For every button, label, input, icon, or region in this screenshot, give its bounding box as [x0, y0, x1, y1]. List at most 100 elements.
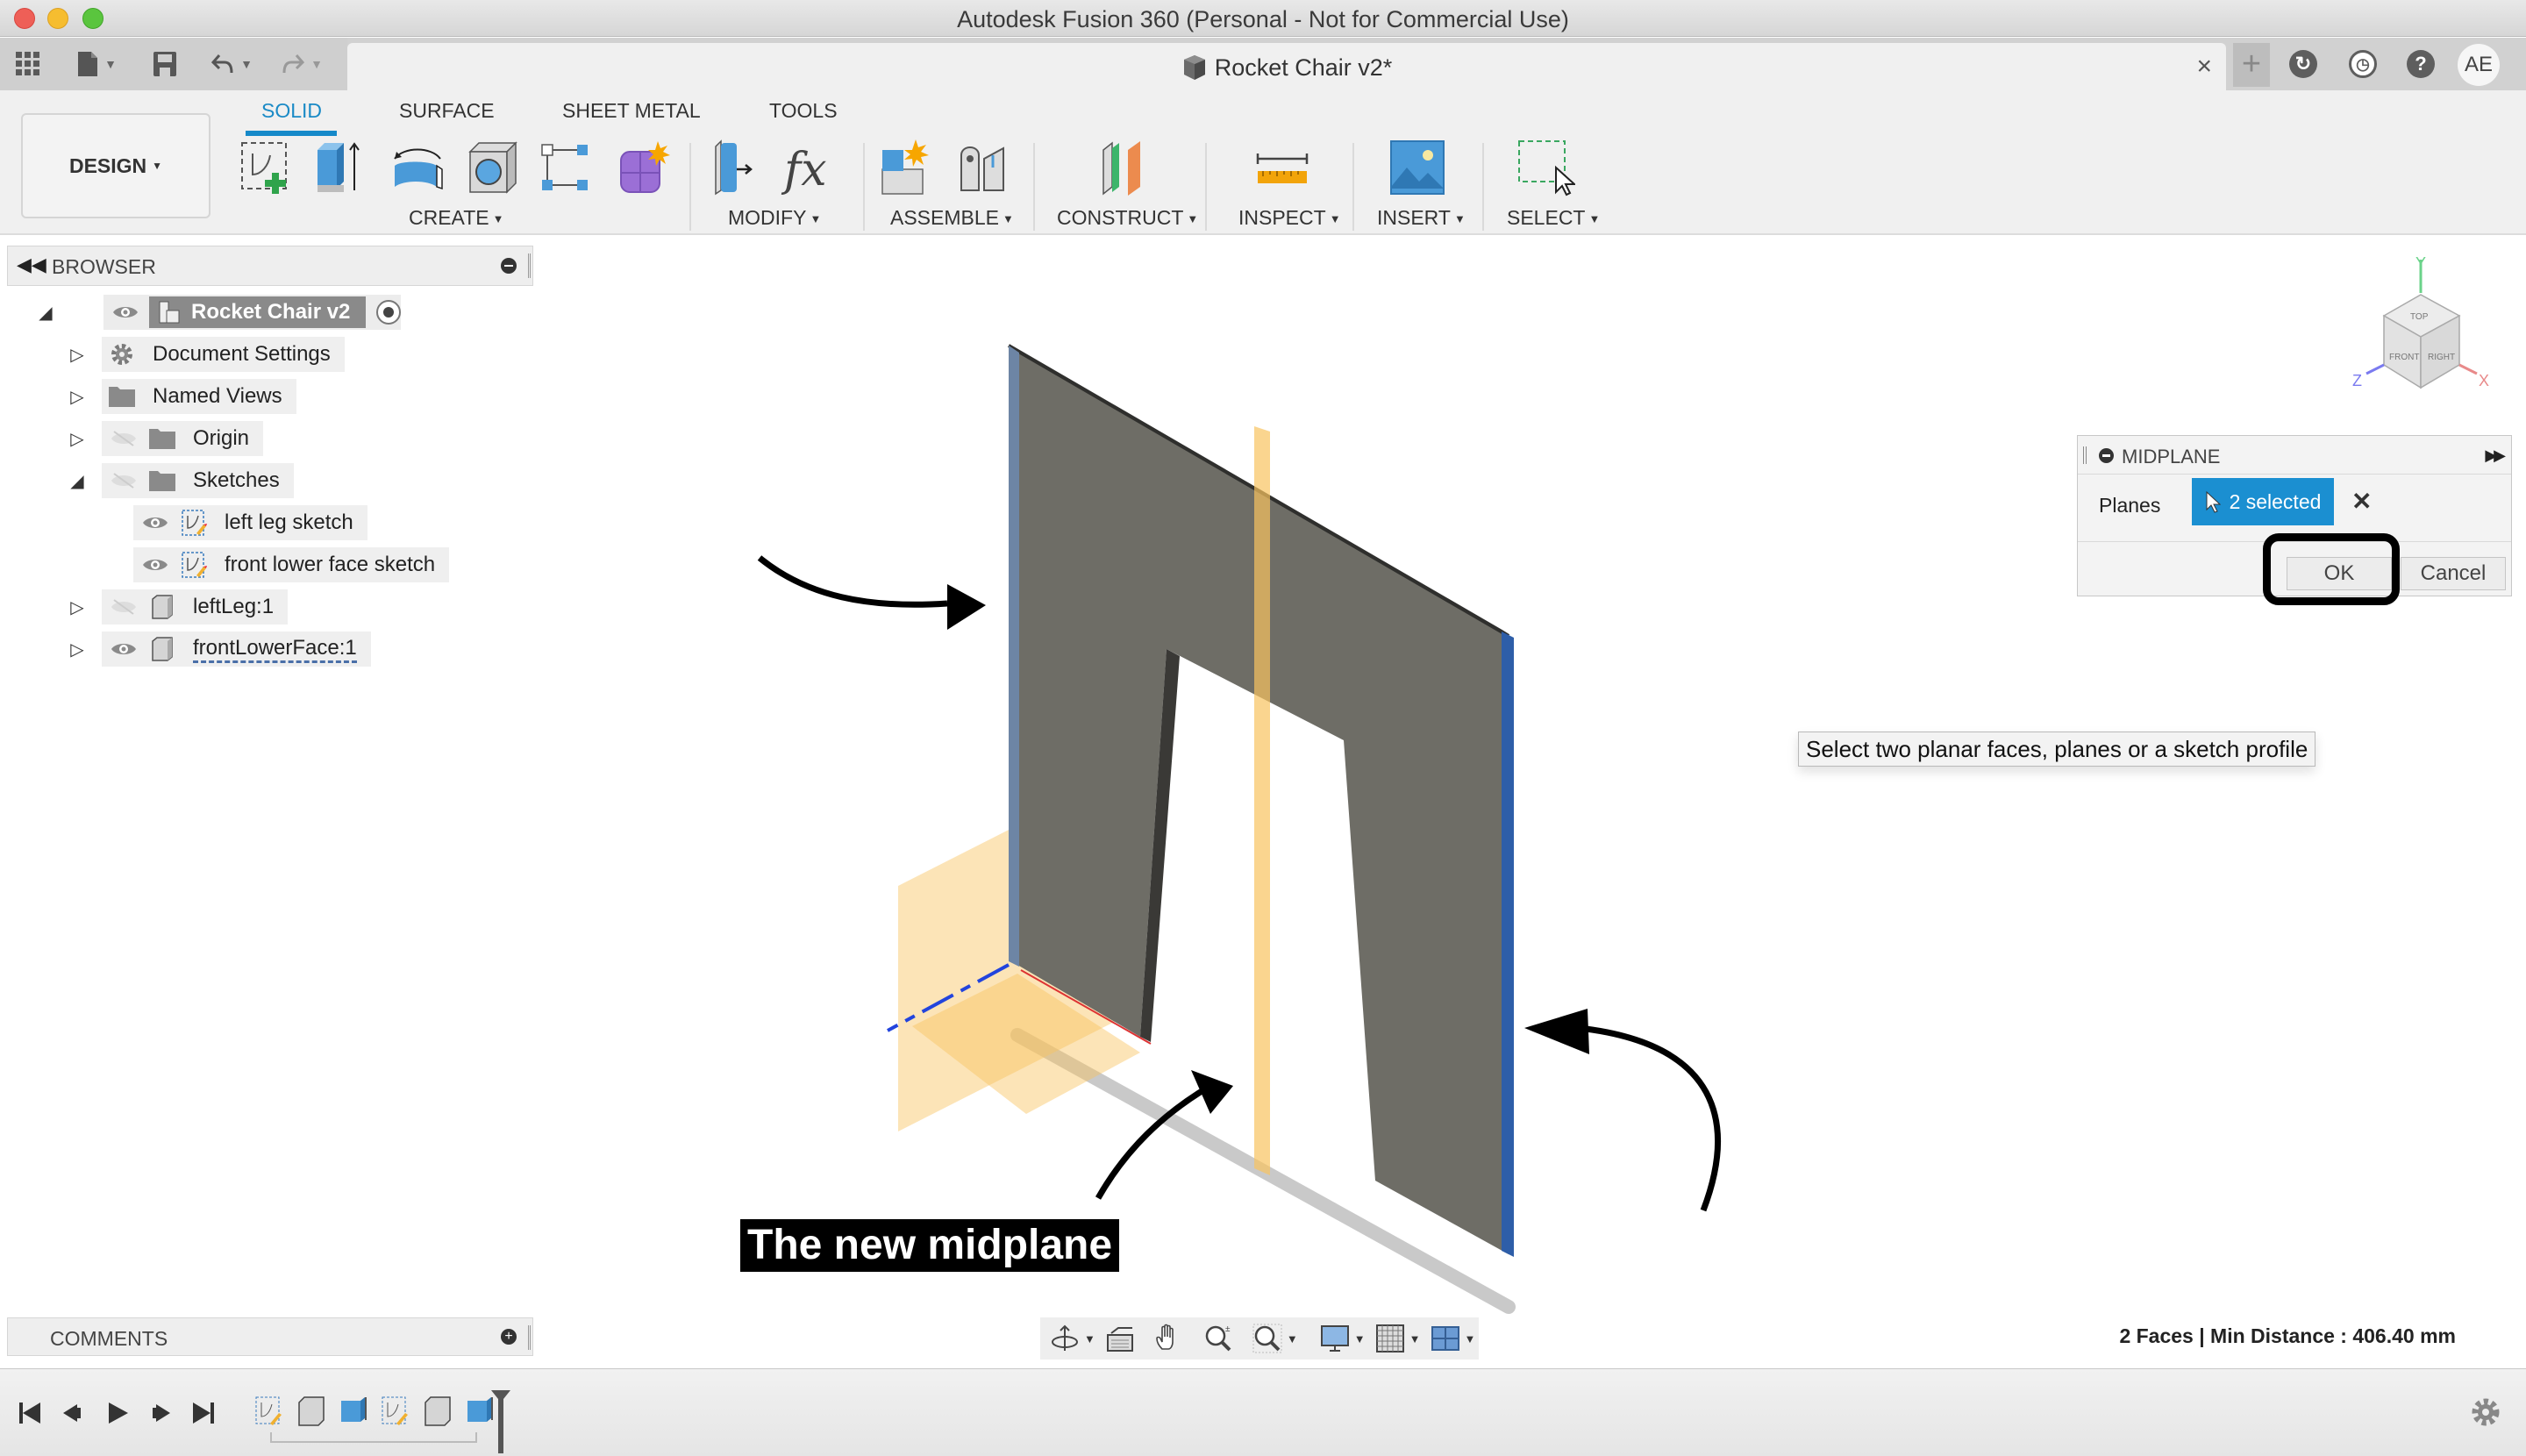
viewports-button[interactable] [1421, 1319, 1470, 1358]
eye-icon[interactable] [142, 556, 168, 574]
insert-image-icon[interactable] [1388, 138, 1447, 197]
tab-surface[interactable]: SURFACE [399, 99, 495, 123]
eye-icon[interactable] [111, 640, 137, 658]
chevron-down-icon: ▼ [152, 160, 163, 172]
tab-tools[interactable]: TOOLS [769, 99, 838, 123]
tab-sheet-metal[interactable]: SHEET METAL [562, 99, 701, 123]
data-panel-button[interactable] [12, 48, 44, 80]
user-avatar[interactable]: AE [2458, 44, 2500, 86]
select-menu[interactable]: SELECT ▼ [1507, 206, 1600, 230]
timeline-body-feature[interactable] [296, 1395, 326, 1427]
revolve-icon[interactable] [388, 138, 447, 197]
timeline-sketch-feature[interactable] [381, 1395, 410, 1427]
timeline-sketch-feature[interactable] [254, 1395, 284, 1427]
zoom-button[interactable]: ± [1194, 1319, 1243, 1358]
browser-item-named-views[interactable]: Named Views [102, 379, 296, 414]
file-menu-button[interactable]: ▼ [70, 48, 123, 80]
timeline-marker[interactable] [491, 1387, 510, 1453]
timeline-settings-gear-icon[interactable] [2470, 1396, 2501, 1428]
play-icon[interactable] [102, 1397, 133, 1429]
eye-hidden-icon[interactable] [111, 598, 137, 616]
parameters-icon[interactable]: fx [781, 138, 840, 197]
look-at-button[interactable] [1095, 1319, 1145, 1358]
grid-settings-button[interactable] [1366, 1319, 1415, 1358]
browser-item-origin[interactable]: Origin [102, 421, 264, 456]
browser-pin-icon[interactable] [501, 258, 517, 274]
midplane-construct-icon[interactable] [1093, 138, 1152, 197]
help-icon[interactable]: ? [2407, 50, 2435, 78]
planes-selection-button[interactable]: 2 selected [2192, 478, 2334, 525]
collapsed-triangle-icon[interactable]: ▷ [67, 386, 88, 408]
canvas-viewport[interactable] [0, 237, 2526, 1368]
new-tab-button[interactable]: + [2233, 43, 2270, 87]
eye-hidden-icon[interactable] [111, 430, 137, 447]
timeline-body-feature[interactable] [423, 1395, 453, 1427]
browser-item-front-lower-face-body[interactable]: frontLowerFace:1 [102, 632, 371, 667]
arrow-head-icon [947, 584, 986, 630]
collapsed-triangle-icon[interactable]: ▷ [67, 428, 88, 450]
job-status-icon[interactable]: ↻ [2289, 50, 2317, 78]
new-component-icon[interactable] [877, 138, 937, 197]
activate-component-radio-icon[interactable] [376, 300, 402, 325]
cancel-button[interactable]: Cancel [2401, 557, 2506, 590]
eye-icon[interactable] [142, 514, 168, 532]
expanded-triangle-icon[interactable]: ◢ [67, 470, 88, 492]
pattern-icon[interactable] [537, 138, 596, 197]
close-tab-button[interactable]: × [2196, 52, 2212, 82]
browser-item-document-settings[interactable]: Document Settings [102, 337, 345, 372]
browser-item-sketches[interactable]: Sketches [102, 463, 294, 498]
collapsed-triangle-icon[interactable]: ▷ [67, 639, 88, 660]
expanded-triangle-icon[interactable]: ◢ [35, 302, 56, 324]
press-pull-icon[interactable] [707, 138, 767, 197]
insert-menu[interactable]: INSERT ▼ [1377, 206, 1466, 230]
browser-item-left-leg-body[interactable]: leftLeg:1 [102, 589, 289, 625]
select-icon[interactable] [1516, 138, 1575, 197]
redo-button[interactable]: ▼ [275, 48, 328, 80]
tab-solid[interactable]: SOLID [261, 99, 322, 123]
pan-button[interactable] [1145, 1319, 1194, 1358]
orbit-button[interactable] [1040, 1319, 1089, 1358]
timeline-extrude-feature[interactable] [339, 1395, 368, 1427]
construct-menu[interactable]: CONSTRUCT ▼ [1057, 206, 1198, 230]
step-back-icon[interactable] [58, 1397, 89, 1429]
browser-item-front-lower-face-sketch[interactable]: front lower face sketch [133, 547, 450, 582]
go-to-start-icon[interactable] [14, 1397, 46, 1429]
add-comment-icon[interactable]: + [501, 1329, 517, 1345]
create-menu[interactable]: CREATE ▼ [409, 206, 503, 230]
collapse-browser-icon[interactable]: ◀◀ [17, 253, 46, 276]
go-to-end-icon[interactable] [188, 1397, 219, 1429]
clear-selection-button[interactable]: ✕ [2351, 487, 2372, 516]
collapse-dialog-icon[interactable] [2099, 448, 2114, 463]
modify-menu[interactable]: MODIFY ▼ [728, 206, 821, 230]
browser-resize-handle[interactable] [528, 253, 531, 278]
step-forward-icon[interactable] [144, 1397, 175, 1429]
look-at-icon [1106, 1327, 1133, 1352]
measure-icon[interactable] [1252, 138, 1312, 197]
extrude-icon[interactable] [309, 138, 368, 197]
browser-item-left-leg-sketch[interactable]: left leg sketch [133, 505, 367, 540]
viewcube[interactable]: Y TOP FRONT RIGHT Z X [2333, 246, 2508, 412]
timeline-extrude-feature[interactable] [465, 1395, 495, 1427]
inspect-menu[interactable]: INSPECT ▼ [1238, 206, 1341, 230]
dialog-drag-handle[interactable] [2083, 446, 2087, 464]
joint-icon[interactable] [953, 138, 1012, 197]
eye-icon[interactable] [112, 303, 139, 321]
create-form-icon[interactable] [614, 138, 674, 197]
ok-button[interactable]: OK [2287, 557, 2392, 590]
display-settings-button[interactable] [1310, 1319, 1359, 1358]
document-tab[interactable]: Rocket Chair v2* × [347, 43, 2226, 90]
assemble-menu[interactable]: ASSEMBLE ▼ [890, 206, 1014, 230]
undo-button[interactable]: ▼ [205, 48, 258, 80]
workspace-switcher[interactable]: DESIGN ▼ [21, 113, 210, 218]
hole-icon[interactable] [463, 138, 523, 197]
fit-button[interactable] [1243, 1319, 1292, 1358]
expand-dialog-icon[interactable]: ▶▶ [2485, 446, 2506, 465]
comments-resize-handle[interactable] [528, 1325, 531, 1350]
create-sketch-icon[interactable] [237, 138, 296, 197]
browser-root-item[interactable]: Rocket Chair v2 [103, 295, 402, 330]
notifications-icon[interactable]: ◷ [2349, 50, 2377, 78]
collapsed-triangle-icon[interactable]: ▷ [67, 596, 88, 618]
save-button[interactable] [149, 48, 181, 80]
collapsed-triangle-icon[interactable]: ▷ [67, 344, 88, 366]
eye-hidden-icon[interactable] [111, 472, 137, 489]
